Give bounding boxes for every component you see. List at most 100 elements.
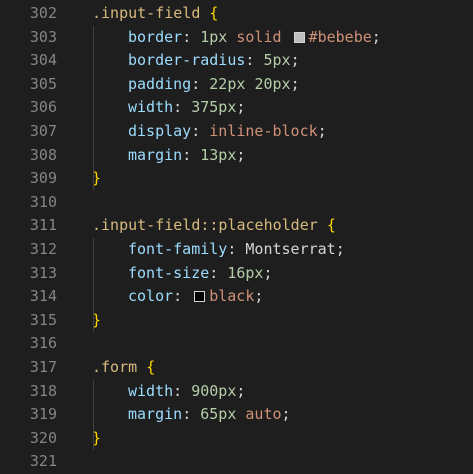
line-content: .form { <box>92 356 155 380</box>
code-line[interactable]: 307 display: inline-block; <box>0 120 473 144</box>
colon: : <box>227 239 246 258</box>
code-line[interactable]: 311 .input-field::placeholder { <box>0 214 473 238</box>
semicolon: ; <box>290 74 300 93</box>
semicolon: ; <box>371 27 381 46</box>
line-number: 305 <box>29 74 57 93</box>
css-property: width <box>128 381 174 400</box>
line-number: 306 <box>29 98 57 117</box>
css-value: auto <box>236 405 282 424</box>
code-line[interactable]: 304 border-radius: 5px; <box>0 49 473 73</box>
line-number: 303 <box>29 27 57 46</box>
code-line[interactable]: 306 width: 375px; <box>0 96 473 120</box>
css-property: width <box>128 98 174 117</box>
colon: : <box>209 263 228 282</box>
color-swatch-icon[interactable] <box>194 291 206 303</box>
line-number: 312 <box>29 239 57 258</box>
indent-guide <box>93 25 94 191</box>
colon: : <box>173 287 192 306</box>
line-number: 309 <box>29 169 57 188</box>
css-value: 20px <box>254 74 291 93</box>
css-value: 375px <box>191 98 237 117</box>
css-property: border-radius <box>128 51 246 70</box>
css-value: 13px <box>200 145 237 164</box>
line-number: 320 <box>29 428 57 447</box>
code-line[interactable]: 312 font-family: Montserrat; <box>0 238 473 262</box>
semicolon: ; <box>263 263 273 282</box>
css-value: Montserrat <box>245 239 336 258</box>
css-value: 65px <box>200 405 237 424</box>
line-number: 316 <box>29 334 57 353</box>
css-value: 5px <box>263 51 291 70</box>
css-property: border <box>128 27 183 46</box>
code-line[interactable]: 315} <box>0 309 473 333</box>
semicolon: ; <box>236 145 246 164</box>
css-selector: .input-field <box>92 4 201 22</box>
css-property: color <box>128 287 174 306</box>
code-line[interactable]: 308 margin: 13px; <box>0 144 473 168</box>
line-number: 302 <box>29 4 57 22</box>
colon: : <box>173 98 192 117</box>
code-line[interactable]: 305 padding: 22px 20px; <box>0 73 473 97</box>
line-content: margin: 65px auto; <box>92 403 291 427</box>
code-line[interactable]: 320} <box>0 427 473 451</box>
css-value: 900px <box>191 381 237 400</box>
css-value: 1px <box>200 27 228 46</box>
css-property: padding <box>128 74 192 93</box>
semicolon: ; <box>236 381 246 400</box>
line-number: 318 <box>29 381 57 400</box>
code-line[interactable]: 318 width: 900px; <box>0 380 473 404</box>
css-property: display <box>128 121 192 140</box>
colon: : <box>245 51 264 70</box>
semicolon: ; <box>317 121 327 140</box>
code-line[interactable]: 309} <box>0 167 473 191</box>
colon: : <box>191 121 210 140</box>
line-content: .input-field { <box>92 2 218 26</box>
css-selector: .form <box>92 357 138 376</box>
line-number: 313 <box>29 263 57 282</box>
line-number: 314 <box>29 287 57 306</box>
line-number: 308 <box>29 145 57 164</box>
line-content: padding: 22px 20px; <box>92 73 300 97</box>
line-content: font-family: Montserrat; <box>92 238 345 262</box>
line-content: display: inline-block; <box>92 120 327 144</box>
line-content: .input-field::placeholder { <box>92 214 336 238</box>
line-content: width: 375px; <box>92 96 245 120</box>
line-content: border: 1px solid #bebebe; <box>92 26 381 50</box>
code-line[interactable]: 313 font-size: 16px; <box>0 262 473 286</box>
code-line[interactable]: 302 .input-field { <box>0 2 473 26</box>
css-property: font-size <box>128 263 210 282</box>
css-value: black <box>209 287 255 306</box>
open-brace: { <box>209 4 219 22</box>
css-property: font-family <box>128 239 228 258</box>
line-number: 307 <box>29 121 57 140</box>
code-line[interactable]: 316 <box>0 332 473 356</box>
semicolon: ; <box>281 405 291 424</box>
line-number: 321 <box>29 452 57 471</box>
code-line[interactable]: 314 color: black; <box>0 285 473 309</box>
css-value: 16px <box>227 263 264 282</box>
line-number: 315 <box>29 310 57 329</box>
colon: : <box>173 381 192 400</box>
code-line[interactable]: 319 margin: 65px auto; <box>0 403 473 427</box>
css-selector: .input-field::placeholder <box>92 216 318 235</box>
colon: : <box>182 27 201 46</box>
indent-guide <box>93 379 94 451</box>
semicolon: ; <box>335 239 345 258</box>
code-line[interactable]: 321 <box>0 450 473 474</box>
css-value: #bebebe <box>308 27 372 46</box>
colon: : <box>182 145 201 164</box>
code-line[interactable]: 310 <box>0 191 473 215</box>
line-content: font-size: 16px; <box>92 262 273 286</box>
code-line[interactable]: 317 .form { <box>0 356 473 380</box>
line-number: 310 <box>29 192 57 211</box>
css-value: 22px <box>209 74 246 93</box>
code-line[interactable]: 303 border: 1px solid #bebebe; <box>0 26 473 50</box>
css-property: margin <box>128 405 183 424</box>
code-editor[interactable]: 302 .input-field {303 border: 1px solid #b… <box>0 2 473 470</box>
colon: : <box>182 405 201 424</box>
css-property: margin <box>128 145 183 164</box>
indent-guide <box>93 238 94 333</box>
color-swatch-icon[interactable] <box>293 31 305 43</box>
css-value: inline-block <box>209 121 318 140</box>
semicolon: ; <box>290 51 300 70</box>
